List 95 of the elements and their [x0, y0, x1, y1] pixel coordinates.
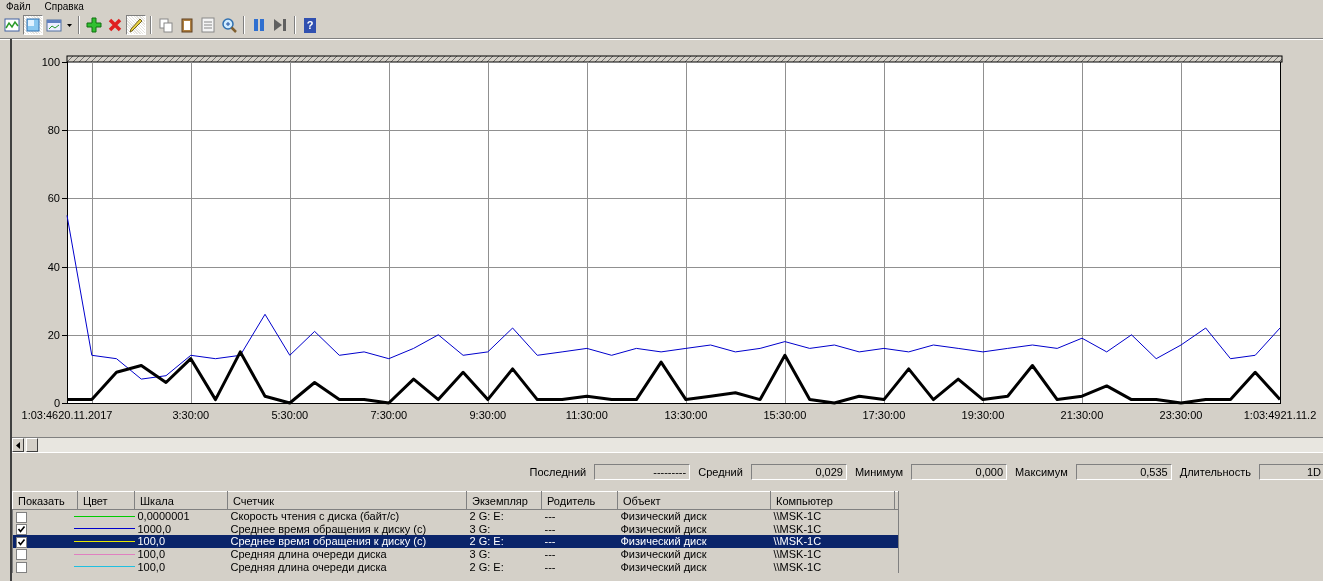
stat-label: Средний — [698, 466, 743, 478]
toolbar-button[interactable] — [23, 15, 43, 35]
table-cell: Физический диск — [617, 535, 771, 548]
table-cell: 3 G: — [466, 547, 542, 561]
table-cell: Скорость чтения с диска (байт/с) — [227, 509, 467, 523]
stat-value-field: 0,535 — [1075, 464, 1172, 480]
table-cell: 1000,0 — [134, 522, 228, 536]
x-tick-label: 7:30:00 — [370, 409, 408, 421]
table-cell: 2 G: E: — [466, 535, 542, 548]
x-tick-label: 1:03:4921.11.2 — [1243, 409, 1317, 421]
table-cell-text: --- — [543, 560, 557, 573]
stat-label: Максимум — [1015, 466, 1068, 478]
table-cell-text: 2 G: E: — [468, 560, 505, 573]
left-arrow-icon — [16, 441, 20, 449]
table-cell-text: Средняя длина очереди диска — [229, 560, 388, 573]
show-checkbox[interactable] — [16, 536, 27, 548]
x-tick-label: 17:30:00 — [862, 409, 906, 421]
show-checkbox[interactable] — [16, 549, 27, 561]
show-checkbox[interactable] — [16, 511, 27, 523]
column-header[interactable]: Цвет — [77, 491, 135, 510]
table-cell: 0,0000001 — [134, 509, 228, 523]
table-cell: 3 G: — [466, 522, 542, 536]
y-tick-label: 60 — [47, 192, 60, 205]
stat-value-field: --------- — [594, 464, 691, 480]
plus-icon — [86, 17, 102, 33]
caret-icon — [67, 23, 72, 27]
zoom-icon — [221, 17, 237, 33]
table-cell: Физический диск — [617, 522, 771, 536]
column-header[interactable]: Компьютер — [770, 491, 895, 510]
table-cell: --- — [541, 535, 618, 548]
stat-label: Последний — [529, 466, 587, 478]
stat-label: Минимум — [854, 466, 904, 478]
pencil-icon — [128, 17, 144, 33]
y-tick-label: 40 — [47, 260, 60, 273]
menu-item[interactable]: Справка — [42, 0, 86, 12]
column-header[interactable]: Показать — [12, 491, 78, 510]
y-tick-label: 20 — [47, 328, 60, 341]
x-tick-label: 19:30:00 — [961, 409, 1005, 421]
show-checkbox[interactable] — [16, 561, 27, 573]
x-tick-label: 3:30:00 — [172, 409, 210, 421]
x-tick-label: 1:03:4620.11.2017 — [21, 409, 113, 421]
x-tick-label: 13:30:00 — [664, 409, 708, 421]
scroll-left-button[interactable] — [12, 438, 24, 452]
table-cell: --- — [541, 509, 618, 523]
column-header[interactable]: Экземпляр — [466, 491, 542, 510]
x-tick-label: 15:30:00 — [763, 409, 807, 421]
step-icon — [272, 17, 288, 33]
report-icon — [46, 17, 62, 33]
table-cell: Средняя длина очереди диска — [227, 547, 467, 561]
stat-value-field: 0,000 — [911, 464, 1008, 480]
document-icon — [200, 17, 216, 33]
column-header[interactable]: Объект — [617, 491, 771, 510]
toolbar-button[interactable] — [84, 15, 104, 35]
toolbar-button[interactable] — [126, 15, 146, 35]
x-tick-label: 11:30:00 — [565, 409, 608, 421]
stat-value-field: 0,029 — [750, 464, 847, 480]
stat-value-field: 1D — [1259, 464, 1323, 480]
y-tick-label: 100 — [41, 56, 60, 68]
table-cell-text: \\MSK-1C — [772, 560, 823, 573]
table-cell: \\MSK-1C — [770, 547, 895, 561]
table-cell: 2 G: E: — [466, 509, 542, 523]
x-tick-label: 5:30:00 — [271, 409, 309, 421]
table-cell: \\MSK-1C — [770, 509, 895, 523]
show-checkbox[interactable] — [16, 524, 27, 536]
table-cell: Среднее время обращения к диску (с) — [227, 535, 467, 548]
line-graph-icon — [4, 17, 20, 33]
toolbar-button[interactable] — [219, 15, 239, 35]
x-tick-label: 9:30:00 — [469, 409, 507, 421]
table-cell: 100,0 — [134, 547, 228, 561]
column-header[interactable]: Счетчик — [227, 491, 467, 510]
table-cell-text: Физический диск — [619, 560, 708, 573]
toolbar-button[interactable] — [2, 15, 22, 35]
stat-label: Длительность — [1179, 466, 1251, 478]
pause-icon — [251, 17, 267, 33]
close-icon — [107, 17, 123, 33]
window-icon — [25, 17, 41, 33]
column-header[interactable]: Родитель — [541, 491, 618, 510]
table-cell: --- — [541, 522, 618, 536]
x-tick-label: 21:30:00 — [1060, 409, 1104, 421]
table-cell: --- — [541, 547, 618, 561]
clipboard-icon — [179, 17, 195, 33]
table-cell: Среднее время обращения к диску (с) — [227, 522, 467, 536]
column-header[interactable]: Шкала — [134, 491, 228, 510]
y-tick-label: 0 — [53, 397, 60, 409]
table-cell: 100,0 — [134, 560, 228, 573]
scroll-thumb[interactable] — [26, 438, 38, 452]
y-tick-label: 80 — [47, 124, 60, 137]
menu-item[interactable]: Файл — [4, 0, 33, 12]
x-tick-label: 23:30:00 — [1159, 409, 1203, 421]
table-cell: \\MSK-1C — [770, 522, 895, 536]
copy-icon — [158, 17, 174, 33]
table-cell: \\MSK-1C — [770, 535, 895, 548]
table-cell: Физический диск — [617, 509, 771, 523]
table-cell: Физический диск — [617, 547, 771, 561]
table-cell: 100,0 — [134, 535, 228, 548]
